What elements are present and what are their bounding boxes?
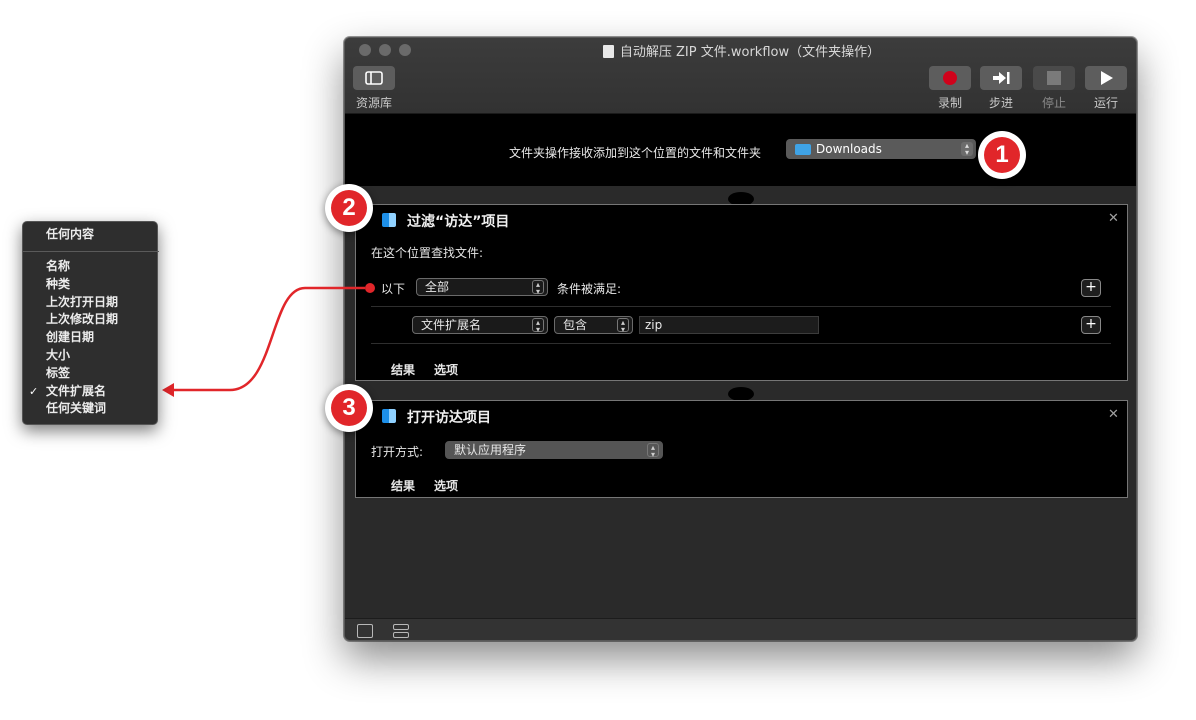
annotation-arrow [162,283,375,397]
finder-icon [382,213,396,227]
menu-item-name[interactable]: 名称 [23,258,159,276]
finder-icon [382,409,396,423]
flow-view-icon[interactable] [393,624,409,638]
chevron-updown-icon: ▴ ▾ [961,142,973,157]
menu-item-kind[interactable]: 种类 [23,276,159,294]
menu-item-size[interactable]: 大小 [23,347,159,365]
folder-action-description: 文件夹操作接收添加到这个位置的文件和文件夹 [509,146,762,160]
add-condition-button[interactable]: + [1081,279,1101,297]
divider [371,306,1111,307]
tab-results[interactable]: 结果 [391,361,415,378]
open-with-popup[interactable]: 默认应用程序 ▴ ▾ [445,441,663,459]
filter-finder-items-action: 过滤“访达”项目 ✕ 在这个位置查找文件: 以下 全部 ▴ ▾ 条件被满足: + … [355,204,1128,381]
record-label: 录制 [937,96,962,110]
divider [371,343,1111,344]
chevron-updown-icon: ▴ ▾ [647,443,659,459]
chevron-updown-icon: ▴ ▾ [617,318,629,334]
annotation-badge-1: 1 [978,131,1026,179]
plus-icon: + [1085,279,1097,295]
menu-item-last-opened[interactable]: 上次打开日期 [23,294,159,312]
open-action-title: 打开访达项目 [407,410,491,426]
chevron-updown-icon: ▴ ▾ [532,280,544,296]
add-subcondition-button[interactable]: + [1081,316,1101,334]
open-finder-items-action: 打开访达项目 ✕ 打开方式: 默认应用程序 ▴ ▾ 结果 选项 [355,400,1128,498]
window-title: 自动解压 ZIP 文件.workflow（文件夹操作） [345,41,1136,60]
window-footer [345,618,1136,640]
open-with-label: 打开方式: [371,445,424,459]
play-icon [1101,71,1113,85]
document-icon [602,45,614,58]
condition-prefix: 以下 [381,282,406,296]
scope-popup[interactable]: 全部 ▴ ▾ [416,278,548,296]
step-button[interactable] [980,66,1022,90]
tab-options[interactable]: 选项 [434,477,458,494]
stop-label: 停止 [1041,96,1066,110]
chevron-updown-icon: ▴ ▾ [532,318,544,334]
extension-value-field[interactable]: zip [639,316,819,334]
action-connector [728,387,754,401]
criterion-popup[interactable]: 文件扩展名 ▴ ▾ [412,316,548,334]
folder-icon [795,144,811,155]
menu-item-any-keyword[interactable]: 任何关键词 [23,400,159,418]
plus-icon: + [1085,316,1097,332]
close-icon[interactable]: ✕ [1108,407,1119,422]
menu-item-extension-row[interactable]: ✓ 文件扩展名 [23,383,159,401]
tab-options[interactable]: 选项 [434,361,458,378]
automator-window: 自动解压 ZIP 文件.workflow（文件夹操作） 资源库 录制 步进 停止 [344,37,1137,641]
library-label: 资源库 [355,96,392,110]
library-button[interactable] [353,66,395,90]
record-icon [943,71,957,85]
menu-item-tags[interactable]: 标签 [23,365,159,383]
run-label: 运行 [1093,96,1118,110]
menu-item-last-modified[interactable]: 上次修改日期 [23,311,159,329]
list-view-icon[interactable] [357,624,373,638]
condition-suffix: 条件被满足: [557,282,622,296]
run-button[interactable] [1085,66,1127,90]
stop-button[interactable] [1033,66,1075,90]
tab-results[interactable]: 结果 [391,477,415,494]
annotation-badge-2: 2 [325,184,373,232]
find-location-label: 在这个位置查找文件: [371,246,484,260]
criterion-menu: 任何内容 名称 种类 上次打开日期 上次修改日期 创建日期 大小 标签 ✓ 文件… [22,221,159,425]
menu-separator [23,251,159,252]
record-button[interactable] [929,66,971,90]
folder-select-value: Downloads [816,142,882,156]
step-label: 步进 [988,96,1013,110]
stop-icon [1047,71,1061,85]
operator-popup[interactable]: 包含 ▴ ▾ [554,316,633,334]
menu-item-file-extension[interactable]: 文件扩展名 [23,383,159,401]
step-icon [993,72,1010,84]
titlebar: 自动解压 ZIP 文件.workflow（文件夹操作） 资源库 录制 步进 停止 [345,38,1136,114]
folder-select[interactable]: Downloads ▴ ▾ [786,139,976,159]
sidebar-icon [365,71,383,85]
menu-item-created[interactable]: 创建日期 [23,329,159,347]
menu-item-any-content[interactable]: 任何内容 [23,226,159,244]
close-icon[interactable]: ✕ [1108,211,1119,226]
filter-action-title: 过滤“访达”项目 [407,214,510,230]
